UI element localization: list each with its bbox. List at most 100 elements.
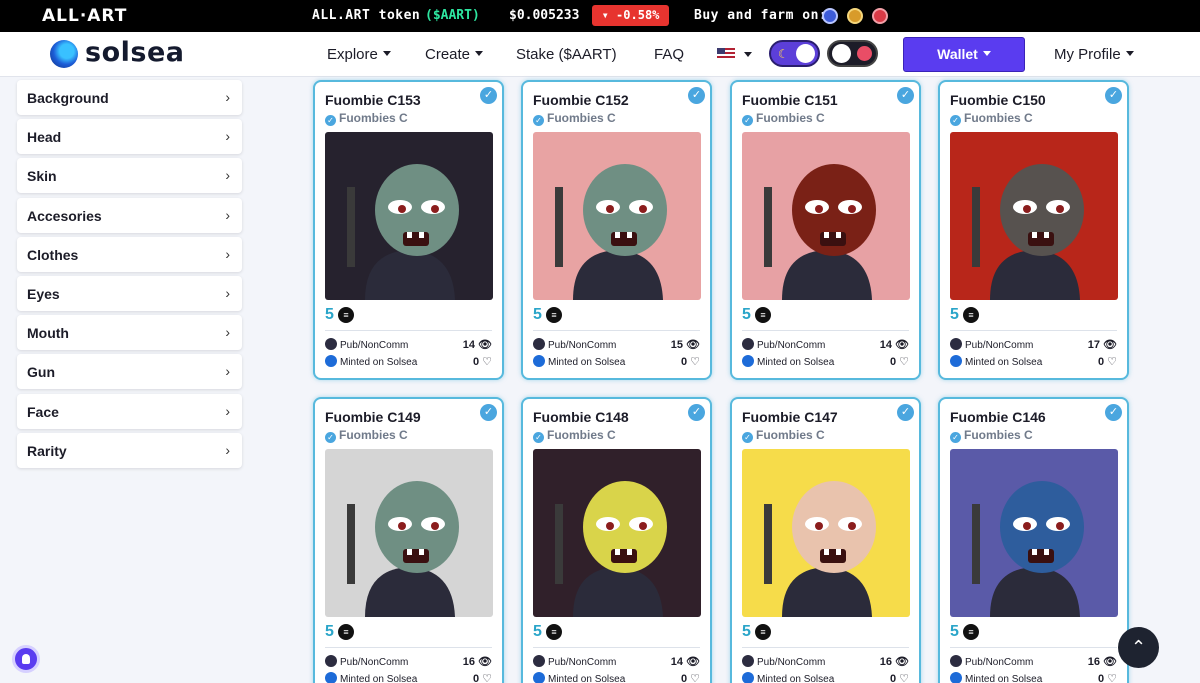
heart-icon[interactable]: ♡ xyxy=(1107,673,1117,683)
heart-icon[interactable]: ♡ xyxy=(482,356,492,368)
us-flag-icon[interactable] xyxy=(717,48,735,60)
heart-icon[interactable]: ♡ xyxy=(690,673,700,683)
eye-icon: 👁 xyxy=(686,339,700,351)
chevron-right-icon: › xyxy=(225,363,230,380)
like-count[interactable]: 0 ♡ xyxy=(473,355,492,368)
dark-mode-toggle[interactable]: ☾ xyxy=(769,40,820,67)
filter-eyes[interactable]: Eyes › xyxy=(17,275,242,311)
filter-skin[interactable]: Skin › xyxy=(17,158,242,194)
like-count[interactable]: 0 ♡ xyxy=(473,672,492,683)
nft-name[interactable]: Fuombie C146 xyxy=(950,409,1046,425)
nft-image[interactable] xyxy=(950,449,1118,617)
nft-card[interactable]: ✓ Fuombie C149 ✓ Fuombies C 5 ≡ Pub/NonComm Min… xyxy=(313,397,504,683)
nft-card[interactable]: ✓ Fuombie C148 ✓ Fuombies C 5 ≡ Pub/NonComm Min… xyxy=(521,397,712,683)
filter-background[interactable]: Background › xyxy=(17,80,242,115)
collection-name: Fuombies C xyxy=(547,111,616,125)
nft-name[interactable]: Fuombie C151 xyxy=(742,92,838,108)
nft-name[interactable]: Fuombie C150 xyxy=(950,92,1046,108)
solsea-logo-icon[interactable] xyxy=(50,40,78,68)
solsea-brand[interactable]: solsea xyxy=(85,37,184,68)
nft-card[interactable]: ✓ Fuombie C147 ✓ Fuombies C 5 ≡ Pub/NonComm Min… xyxy=(730,397,921,683)
nft-image[interactable] xyxy=(325,449,493,617)
nft-card[interactable]: ✓ Fuombie C151 ✓ Fuombies C 5 ≡ Pub/NonComm Min… xyxy=(730,80,921,380)
nft-name[interactable]: Fuombie C153 xyxy=(325,92,421,108)
filter-label: Accesories xyxy=(27,207,102,224)
nav-faq[interactable]: FAQ xyxy=(654,46,684,63)
filter-label: Head xyxy=(27,129,62,146)
collection-link[interactable]: ✓ Fuombies C xyxy=(742,111,825,126)
nft-image[interactable] xyxy=(742,132,910,300)
wallet-button[interactable]: Wallet xyxy=(903,37,1025,72)
like-count[interactable]: 0 ♡ xyxy=(681,672,700,683)
like-count[interactable]: 0 ♡ xyxy=(1098,355,1117,368)
verified-check-icon: ✓ xyxy=(688,404,705,421)
chevron-right-icon: › xyxy=(225,128,230,145)
scroll-to-top-button[interactable]: ⌃ xyxy=(1118,627,1159,668)
my-profile-menu[interactable]: My Profile xyxy=(1054,46,1134,63)
nft-card[interactable]: ✓ Fuombie C152 ✓ Fuombies C 5 ≡ Pub/NonComm Min… xyxy=(521,80,712,380)
nft-name[interactable]: Fuombie C147 xyxy=(742,409,838,425)
nft-card[interactable]: ✓ Fuombie C150 ✓ Fuombies C 5 ≡ Pub/NonComm Min… xyxy=(938,80,1129,380)
heart-icon[interactable]: ♡ xyxy=(1107,356,1117,368)
like-count[interactable]: 0 ♡ xyxy=(681,355,700,368)
divider xyxy=(533,647,700,648)
license-text: Pub/NonComm xyxy=(757,657,826,668)
nav-create[interactable]: Create xyxy=(425,46,483,63)
nft-card[interactable]: ✓ Fuombie C146 ✓ Fuombies C 5 ≡ Pub/NonComm Min… xyxy=(938,397,1129,683)
nft-price: 5 xyxy=(742,623,751,640)
filter-gun[interactable]: Gun › xyxy=(17,354,242,390)
heart-icon[interactable]: ♡ xyxy=(690,356,700,368)
nft-image[interactable] xyxy=(950,132,1118,300)
display-toggle[interactable] xyxy=(827,40,878,67)
like-count[interactable]: 0 ♡ xyxy=(890,672,909,683)
license-info: Pub/NonComm xyxy=(950,338,1033,351)
like-count[interactable]: 0 ♡ xyxy=(1098,672,1117,683)
heart-icon[interactable]: ♡ xyxy=(482,673,492,683)
nft-name[interactable]: Fuombie C149 xyxy=(325,409,421,425)
heart-icon[interactable]: ♡ xyxy=(899,356,909,368)
filter-clothes[interactable]: Clothes › xyxy=(17,236,242,272)
nft-price: 5 xyxy=(950,623,959,640)
collection-link[interactable]: ✓ Fuombies C xyxy=(325,111,408,126)
heart-icon[interactable]: ♡ xyxy=(899,673,909,683)
view-count: 15 👁 xyxy=(671,338,700,351)
nft-name[interactable]: Fuombie C148 xyxy=(533,409,629,425)
exchange-raydium-icon[interactable] xyxy=(822,8,838,24)
allart-logo[interactable]: ALL·ART xyxy=(42,6,127,26)
collection-link[interactable]: ✓ Fuombies C xyxy=(950,111,1033,126)
verified-check-icon: ✓ xyxy=(480,87,497,104)
exchange-serum-icon[interactable] xyxy=(872,8,888,24)
nft-image[interactable] xyxy=(742,449,910,617)
minted-text: Minted on Solsea xyxy=(340,674,418,683)
license-text: Pub/NonComm xyxy=(757,340,826,351)
nft-card[interactable]: ✓ Fuombie C153 ✓ Fuombies C 5 ≡ Pub/NonComm Min… xyxy=(313,80,504,380)
solsea-mint-icon xyxy=(742,672,754,683)
license-gear-icon xyxy=(325,338,337,350)
collection-link[interactable]: ✓ Fuombies C xyxy=(742,428,825,443)
collection-link[interactable]: ✓ Fuombies C xyxy=(950,428,1033,443)
like-count[interactable]: 0 ♡ xyxy=(890,355,909,368)
nft-image[interactable] xyxy=(533,132,701,300)
language-chevron-down-icon[interactable] xyxy=(744,52,752,57)
filter-head[interactable]: Head › xyxy=(17,119,242,155)
minted-text: Minted on Solsea xyxy=(548,357,626,368)
filter-rarity[interactable]: Rarity › xyxy=(17,432,242,468)
solsea-mint-icon xyxy=(950,355,962,367)
exchange-orca-icon[interactable] xyxy=(847,8,863,24)
notification-bell-icon[interactable] xyxy=(12,645,40,673)
filter-label: Rarity xyxy=(27,442,67,459)
nft-image[interactable] xyxy=(533,449,701,617)
solsea-mint-icon xyxy=(325,355,337,367)
collection-link[interactable]: ✓ Fuombies C xyxy=(325,428,408,443)
nft-image[interactable] xyxy=(325,132,493,300)
chevron-right-icon: › xyxy=(225,284,230,301)
filter-mouth[interactable]: Mouth › xyxy=(17,315,242,351)
nav-explore[interactable]: Explore xyxy=(327,46,391,63)
collection-link[interactable]: ✓ Fuombies C xyxy=(533,111,616,126)
filter-label: Mouth xyxy=(27,325,69,342)
nav-stake[interactable]: Stake ($AART) xyxy=(516,46,617,63)
filter-face[interactable]: Face › xyxy=(17,393,242,429)
collection-link[interactable]: ✓ Fuombies C xyxy=(533,428,616,443)
nft-name[interactable]: Fuombie C152 xyxy=(533,92,629,108)
filter-accesories[interactable]: Accesories › xyxy=(17,197,242,233)
